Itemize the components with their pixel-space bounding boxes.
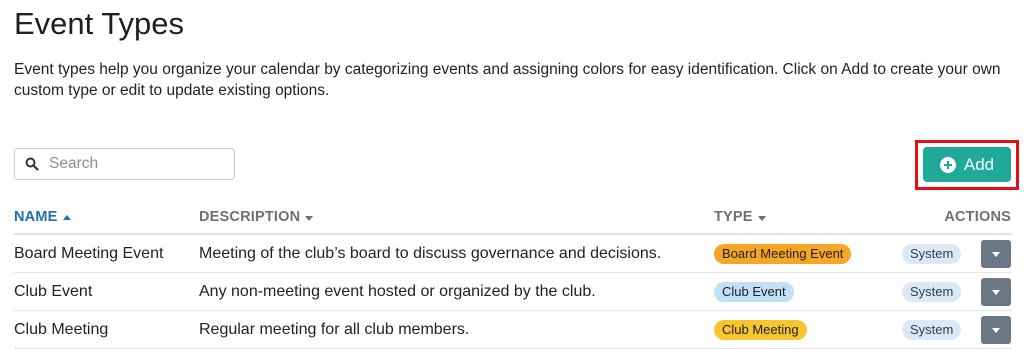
system-badge: System	[902, 244, 962, 264]
add-button-label: Add	[963, 154, 995, 174]
row-name: Board Meeting Event	[14, 244, 164, 262]
column-header-description[interactable]: DESCRIPTION	[199, 209, 314, 225]
row-actions-dropdown[interactable]	[981, 278, 1011, 306]
table-row[interactable]: Board Meeting Event Meeting of the club’…	[14, 235, 1012, 273]
system-badge: System	[902, 282, 962, 302]
row-description: Any non-meeting event hosted or organize…	[199, 282, 596, 300]
row-description: Regular meeting for all club members.	[199, 320, 470, 338]
type-badge: Club Meeting	[714, 319, 807, 340]
table-row[interactable]: Club Event Any non-meeting event hosted …	[14, 273, 1012, 311]
page-title: Event Types	[14, 6, 185, 41]
type-badge: Club Event	[714, 281, 794, 302]
plus-circle-icon	[939, 156, 956, 173]
page-description: Event types help you organize your calen…	[14, 61, 1001, 99]
column-header-actions: ACTIONS	[944, 209, 1011, 225]
chevron-down-icon	[992, 289, 1000, 295]
sort-caret-icon	[757, 215, 766, 221]
search-box[interactable]	[14, 148, 235, 180]
row-description: Meeting of the club’s board to discuss g…	[199, 244, 662, 262]
sort-caret-icon	[305, 215, 314, 221]
row-actions-dropdown[interactable]	[981, 240, 1011, 268]
sort-ascending-icon	[62, 214, 71, 220]
system-badge: System	[902, 320, 962, 340]
search-icon	[25, 157, 39, 171]
row-actions-dropdown[interactable]	[981, 316, 1011, 344]
search-input[interactable]	[47, 154, 231, 174]
column-header-type[interactable]: TYPE	[714, 209, 766, 225]
chevron-down-icon	[992, 251, 1000, 257]
type-badge: Board Meeting Event	[714, 243, 852, 264]
row-name: Club Meeting	[14, 320, 109, 338]
table-row[interactable]: Club Meeting Regular meeting for all clu…	[14, 311, 1012, 349]
chevron-down-icon	[992, 327, 1000, 333]
add-button[interactable]: Add	[923, 147, 1011, 182]
row-name: Club Event	[14, 282, 93, 300]
column-header-name[interactable]: NAME	[14, 209, 71, 225]
